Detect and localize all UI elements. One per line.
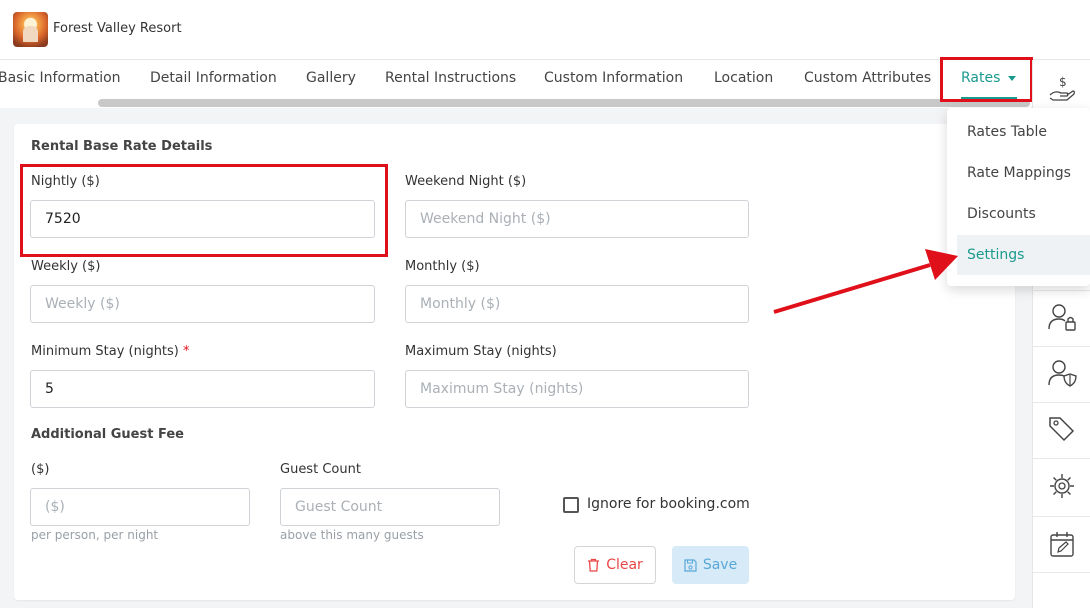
fee-hint: per person, per night [31, 528, 159, 542]
save-button-label: Save [702, 557, 738, 573]
floppy-disk-icon [684, 558, 697, 572]
user-lock-icon[interactable] [1047, 302, 1077, 332]
clear-button-label: Clear [606, 557, 643, 573]
rail-divider [1032, 346, 1090, 347]
nightly-label: Nightly ($) [31, 174, 100, 189]
weekly-input[interactable] [30, 285, 375, 323]
section-title-guest-fee: Additional Guest Fee [31, 427, 184, 442]
menu-item-rate-mappings[interactable]: Rate Mappings [967, 165, 1071, 181]
rail-divider [1032, 402, 1090, 403]
tab-custom-information[interactable]: Custom Information [544, 70, 683, 86]
guest-count-input[interactable] [280, 488, 500, 526]
resort-name: Forest Valley Resort [53, 21, 182, 36]
tab-rates-label: Rates [961, 70, 1001, 86]
tab-custom-attributes[interactable]: Custom Attributes [804, 70, 931, 86]
tab-location[interactable]: Location [714, 70, 773, 86]
min-stay-label: Minimum Stay (nights) * [31, 344, 190, 359]
weekend-night-label: Weekend Night ($) [405, 174, 527, 189]
guest-count-hint: above this many guests [280, 528, 424, 542]
section-title-base-rates: Rental Base Rate Details [31, 139, 213, 154]
chevron-down-icon [1008, 75, 1017, 81]
guest-count-label: Guest Count [280, 462, 361, 477]
clear-button[interactable]: Clear [574, 546, 656, 584]
tab-rates[interactable]: Rates [961, 70, 1017, 86]
resort-logo [13, 12, 48, 47]
dollar-hand-icon[interactable]: $ [1047, 73, 1077, 103]
fee-label: ($) [31, 462, 50, 477]
tabs-scrollbar[interactable] [98, 99, 1030, 107]
tab-detail-information[interactable]: Detail Information [150, 70, 277, 86]
gear-cog-icon[interactable] [1047, 471, 1077, 501]
monthly-label: Monthly ($) [405, 259, 480, 274]
required-mark: * [183, 344, 190, 359]
app-header: Forest Valley Resort [0, 0, 1090, 60]
tags-icon[interactable] [1047, 414, 1077, 444]
guest-fee-input[interactable] [30, 488, 250, 526]
svg-text:$: $ [1059, 75, 1067, 89]
rates-settings-card [14, 124, 1015, 600]
trash-icon [588, 558, 600, 572]
tab-gallery[interactable]: Gallery [306, 70, 356, 86]
save-button[interactable]: Save [672, 546, 749, 584]
tab-basic-information[interactable]: Basic Information [0, 70, 121, 86]
calendar-edit-icon[interactable] [1047, 529, 1077, 559]
user-shield-icon[interactable] [1047, 358, 1077, 388]
tab-rental-instructions[interactable]: Rental Instructions [385, 70, 516, 86]
menu-item-rates-table[interactable]: Rates Table [967, 124, 1047, 140]
max-stay-input[interactable] [405, 370, 749, 408]
nightly-input[interactable] [30, 200, 375, 238]
weekend-night-input[interactable] [405, 200, 749, 238]
monthly-input[interactable] [405, 285, 749, 323]
rail-divider [1032, 290, 1090, 291]
rail-divider [1032, 572, 1090, 573]
ignore-booking-checkbox[interactable] [563, 497, 579, 513]
min-stay-label-text: Minimum Stay (nights) [31, 344, 179, 359]
menu-item-discounts[interactable]: Discounts [967, 206, 1036, 222]
weekly-label: Weekly ($) [31, 259, 101, 274]
ignore-booking-label[interactable]: Ignore for booking.com [587, 496, 750, 512]
max-stay-label: Maximum Stay (nights) [405, 344, 557, 359]
rail-divider [1032, 516, 1090, 517]
min-stay-input[interactable] [30, 370, 375, 408]
rail-divider [1032, 458, 1090, 459]
menu-item-settings[interactable]: Settings [967, 247, 1024, 263]
